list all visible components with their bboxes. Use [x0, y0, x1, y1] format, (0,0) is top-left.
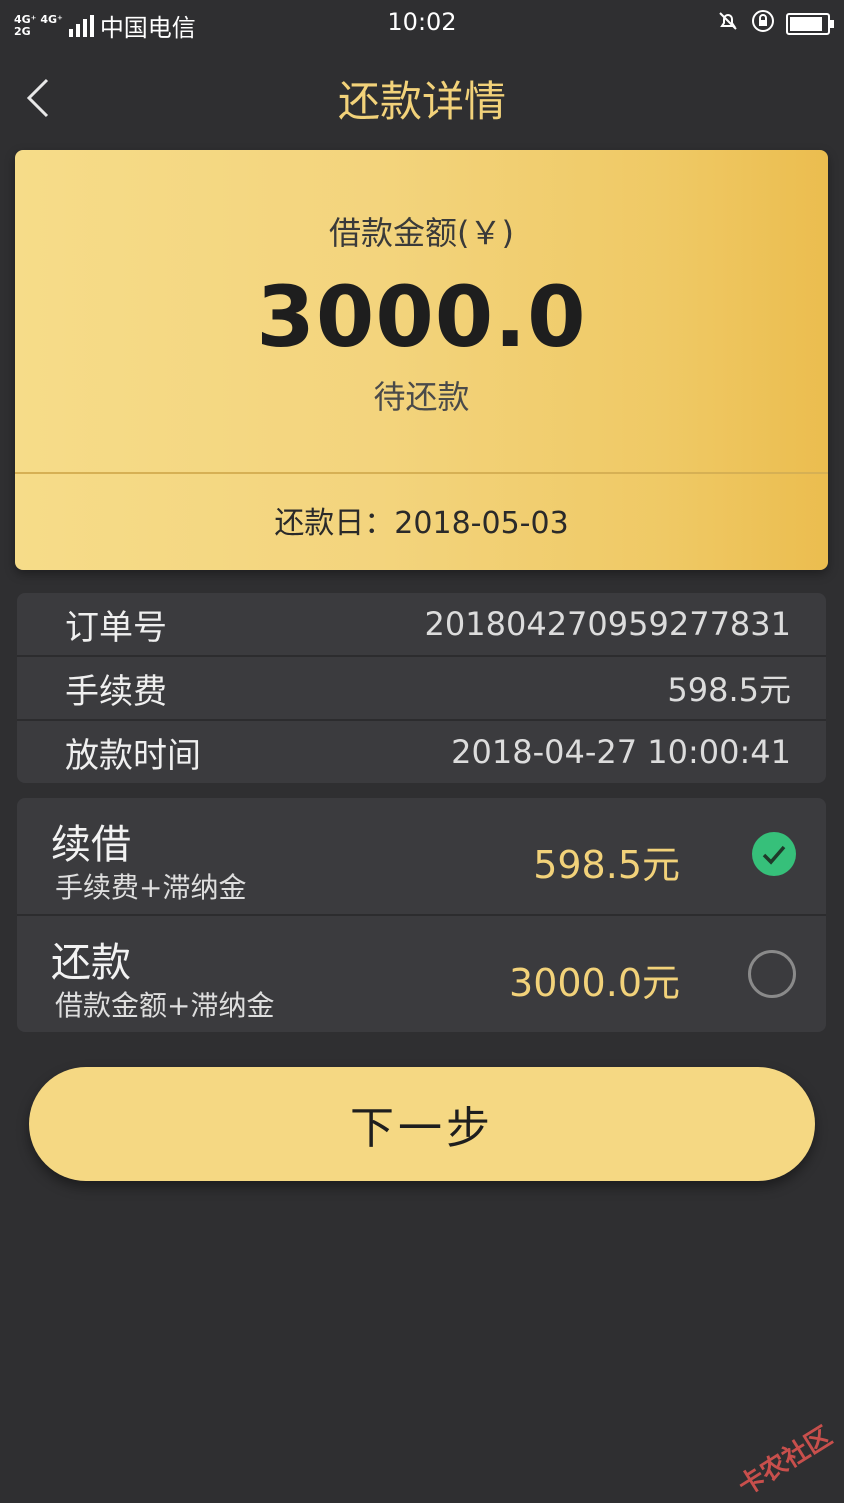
info-row-disbursement-time: 放款时间 2018-04-27 10:00:41	[17, 719, 826, 783]
battery-fill	[790, 17, 823, 31]
info-value: 2018-04-27 10:00:41	[451, 733, 791, 771]
info-key: 放款时间	[65, 735, 201, 776]
check-circle-icon[interactable]	[752, 832, 796, 876]
option-amount: 598.5元	[533, 843, 680, 887]
nav-bar: 还款详情	[0, 60, 844, 140]
option-title: 续借	[51, 822, 131, 868]
option-renew[interactable]: 续借 手续费+滞纳金 598.5元	[17, 798, 826, 914]
loan-amount: 3000.0	[256, 268, 587, 366]
option-repay[interactable]: 还款 借款金额+滞纳金 3000.0元	[17, 914, 826, 1032]
info-row-order-number: 订单号 201804270959277831	[17, 593, 826, 655]
option-amount: 3000.0元	[509, 961, 680, 1005]
rotation-lock-icon	[750, 8, 776, 40]
next-step-button[interactable]: 下一步	[29, 1067, 815, 1181]
order-info-list: 订单号 201804270959277831 手续费 598.5元 放款时间 2…	[17, 593, 826, 783]
loan-status: 待还款	[373, 378, 470, 416]
info-value: 598.5元	[667, 671, 791, 709]
info-row-fee: 手续费 598.5元	[17, 655, 826, 719]
card-divider	[15, 472, 828, 474]
mute-bell-icon	[716, 9, 740, 39]
page-title: 还款详情	[337, 77, 506, 126]
option-subtitle: 借款金额+滞纳金	[55, 989, 275, 1022]
info-key: 手续费	[65, 671, 167, 712]
radio-circle-icon[interactable]	[748, 950, 796, 998]
status-bar: 4G⁺ 4G⁺ 2G 中国电信 10:02	[0, 0, 844, 44]
status-right	[716, 8, 834, 40]
option-subtitle: 手续费+滞纳金	[55, 871, 247, 904]
loan-card: 借款金额(￥) 3000.0 待还款 还款日：2018-05-03	[15, 150, 828, 570]
loan-amount-label: 借款金额(￥)	[329, 214, 514, 252]
info-value: 201804270959277831	[424, 605, 791, 643]
option-title: 还款	[51, 940, 131, 986]
info-key: 订单号	[65, 607, 167, 648]
due-date: 还款日：2018-05-03	[274, 506, 569, 541]
repayment-options: 续借 手续费+滞纳金 598.5元 还款 借款金额+滞纳金 3000.0元	[17, 798, 826, 1032]
watermark-logo: 卡农社区	[733, 1421, 838, 1502]
battery-icon	[786, 13, 834, 35]
